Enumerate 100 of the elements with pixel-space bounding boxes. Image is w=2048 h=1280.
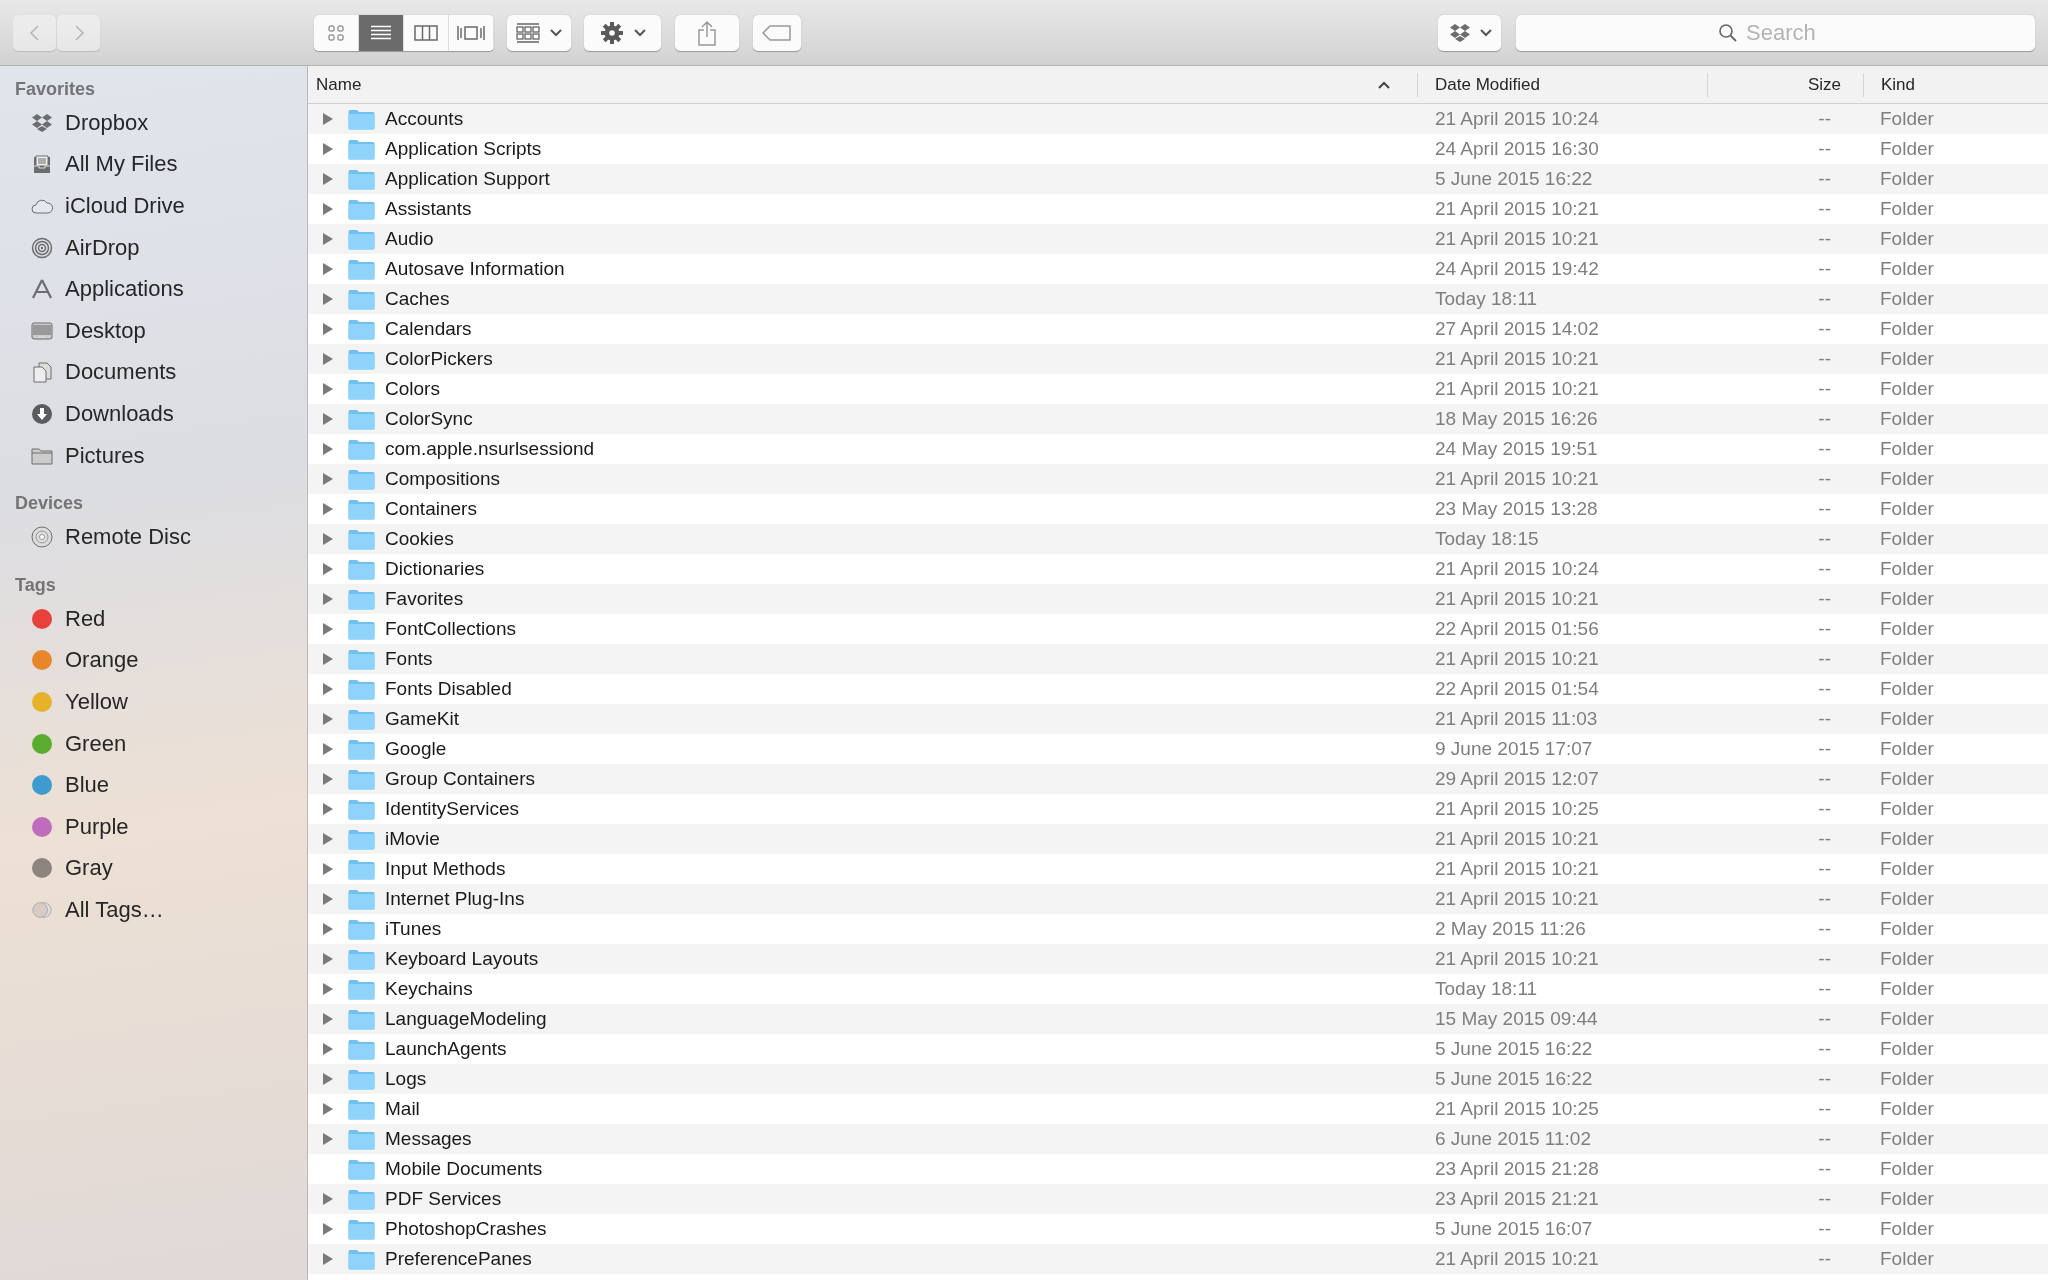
file-row[interactable]: Caches Today 18:11 -- Folder [308, 284, 2048, 314]
sidebar-item[interactable]: Pictures [65, 442, 145, 469]
file-row[interactable]: PreferencePanes 21 April 2015 10:21 -- Folder [308, 1244, 2048, 1274]
disclosure-triangle-icon[interactable] [322, 292, 334, 306]
file-row[interactable]: Google 9 June 2015 17:07 -- Folder [308, 734, 2048, 764]
sidebar-item[interactable]: Dropbox [65, 109, 149, 136]
disclosure-triangle-icon[interactable] [322, 1042, 334, 1056]
file-row[interactable]: Containers 23 May 2015 13:28 -- Folder [308, 494, 2048, 524]
disclosure-triangle-icon[interactable] [322, 952, 334, 966]
column-header[interactable]: Size [1707, 72, 1863, 97]
disclosure-triangle-icon[interactable] [322, 1192, 334, 1206]
disclosure-triangle-icon[interactable] [322, 1132, 334, 1146]
disclosure-triangle-icon[interactable] [322, 1222, 334, 1236]
file-row[interactable]: Favorites 21 April 2015 10:21 -- Folder [308, 584, 2048, 614]
file-row[interactable]: com.apple.nsurlsessiond 24 May 2015 19:51 -- Folder [308, 434, 2048, 464]
view-mode-button[interactable] [359, 14, 404, 51]
disclosure-triangle-icon[interactable] [322, 742, 334, 756]
file-row[interactable]: Logs 5 June 2015 16:22 -- Folder [308, 1064, 2048, 1094]
disclosure-triangle-icon[interactable] [322, 1012, 334, 1026]
file-row[interactable]: Compositions 21 April 2015 10:21 -- Folder [308, 464, 2048, 494]
sidebar-item[interactable]: Green [65, 730, 127, 757]
disclosure-triangle-icon[interactable] [322, 652, 334, 666]
file-row[interactable]: Assistants 21 April 2015 10:21 -- Folder [308, 194, 2048, 224]
disclosure-triangle-icon[interactable] [322, 1102, 334, 1116]
file-row[interactable]: GameKit 21 April 2015 11:03 -- Folder [308, 704, 2048, 734]
sidebar-item[interactable]: Yellow [65, 688, 128, 715]
file-row[interactable]: PDF Services 23 April 2015 21:21 -- Folder [308, 1184, 2048, 1214]
sidebar-item[interactable]: Blue [65, 772, 110, 799]
disclosure-triangle-icon[interactable] [322, 382, 334, 396]
file-row[interactable]: Fonts 21 April 2015 10:21 -- Folder [308, 644, 2048, 674]
disclosure-triangle-icon[interactable] [322, 772, 334, 786]
file-row[interactable]: Mobile Documents 23 April 2015 21:28 -- Folder [308, 1154, 2048, 1184]
share-button[interactable] [675, 14, 739, 51]
sidebar-item[interactable]: AirDrop [65, 234, 140, 261]
disclosure-triangle-icon[interactable] [322, 172, 334, 186]
file-row[interactable]: Accounts 21 April 2015 10:24 -- Folder [308, 104, 2048, 134]
disclosure-triangle-icon[interactable] [322, 442, 334, 456]
file-row[interactable]: Dictionaries 21 April 2015 10:24 -- Folder [308, 554, 2048, 584]
disclosure-triangle-icon[interactable] [322, 472, 334, 486]
disclosure-triangle-icon[interactable] [322, 532, 334, 546]
sidebar-item[interactable]: iCloud Drive [65, 193, 185, 219]
file-row[interactable]: ColorPickers 21 April 2015 10:21 -- Folder [308, 344, 2048, 374]
disclosure-triangle-icon[interactable] [322, 1252, 334, 1266]
file-row[interactable]: Messages 6 June 2015 11:02 -- Folder [308, 1124, 2048, 1154]
disclosure-triangle-icon[interactable] [322, 232, 334, 246]
file-row[interactable]: Mail 21 April 2015 10:25 -- Folder [308, 1094, 2048, 1124]
file-row[interactable]: ColorSync 18 May 2015 16:26 -- Folder [308, 404, 2048, 434]
file-row[interactable]: Internet Plug-Ins 21 April 2015 10:21 -- Folder [308, 884, 2048, 914]
sidebar-item[interactable]: Orange [65, 647, 139, 674]
view-mode-button[interactable] [404, 14, 449, 51]
column-header[interactable]: Name [308, 72, 1417, 97]
disclosure-triangle-icon[interactable] [322, 262, 334, 276]
file-row[interactable]: LaunchAgents 5 June 2015 16:22 -- Folder [308, 1034, 2048, 1064]
sidebar-item[interactable]: Desktop [65, 317, 146, 344]
disclosure-triangle-icon[interactable] [322, 712, 334, 726]
file-row[interactable]: Audio 21 April 2015 10:21 -- Folder [308, 224, 2048, 254]
dropbox-menu-button[interactable] [1438, 14, 1501, 51]
sidebar-item[interactable]: Documents [65, 359, 177, 386]
disclosure-triangle-icon[interactable] [322, 922, 334, 936]
sidebar-item[interactable]: Gray [65, 855, 113, 882]
file-row[interactable]: Application Scripts 24 April 2015 16:30 -- Folder [308, 134, 2048, 164]
disclosure-triangle-icon[interactable] [322, 1072, 334, 1086]
file-row[interactable]: FontCollections 22 April 2015 01:56 -- Folder [308, 614, 2048, 644]
sidebar-item[interactable]: Purple [65, 813, 129, 840]
disclosure-triangle-icon[interactable] [322, 562, 334, 576]
file-row[interactable]: Keyboard Layouts 21 April 2015 10:21 -- Folder [308, 944, 2048, 974]
disclosure-triangle-icon[interactable] [322, 412, 334, 426]
file-row[interactable]: Input Methods 21 April 2015 10:21 -- Folder [308, 854, 2048, 884]
disclosure-triangle-icon[interactable] [322, 112, 334, 126]
disclosure-triangle-icon[interactable] [322, 862, 334, 876]
file-row[interactable]: Keychains Today 18:11 -- Folder [308, 974, 2048, 1004]
sidebar-item[interactable]: Applications [65, 276, 184, 303]
action-button[interactable] [584, 14, 661, 51]
column-header[interactable]: Date Modified [1417, 72, 1707, 97]
disclosure-triangle-icon[interactable] [322, 682, 334, 696]
file-row[interactable]: Calendars 27 April 2015 14:02 -- Folder [308, 314, 2048, 344]
disclosure-triangle-icon[interactable] [322, 832, 334, 846]
file-row[interactable]: LanguageModeling 15 May 2015 09:44 -- Folder [308, 1004, 2048, 1034]
disclosure-triangle-icon[interactable] [322, 892, 334, 906]
tag-button[interactable] [753, 14, 801, 51]
disclosure-triangle-icon[interactable] [322, 592, 334, 606]
disclosure-triangle-icon[interactable] [322, 142, 334, 156]
disclosure-triangle-icon[interactable] [322, 802, 334, 816]
disclosure-triangle-icon[interactable] [322, 352, 334, 366]
disclosure-triangle-icon[interactable] [322, 622, 334, 636]
sidebar-item[interactable]: Downloads [65, 400, 174, 427]
disclosure-triangle-icon[interactable] [322, 502, 334, 516]
view-mode-button[interactable] [449, 14, 494, 51]
column-header[interactable]: Kind [1863, 72, 2048, 97]
file-row[interactable]: Autosave Information 24 April 2015 19:42 -- Folder [308, 254, 2048, 284]
sidebar-item[interactable]: All Tags… [65, 896, 164, 923]
file-row[interactable]: iTunes 2 May 2015 11:26 -- Folder [308, 914, 2048, 944]
file-row[interactable]: iMovie 21 April 2015 10:21 -- Folder [308, 824, 2048, 854]
sidebar-item[interactable]: Remote Disc [65, 524, 191, 551]
file-row[interactable]: Group Containers 29 April 2015 12:07 -- Folder [308, 764, 2048, 794]
file-row[interactable]: Application Support 5 June 2015 16:22 -- Folder [308, 164, 2048, 194]
search-field[interactable]: Search [1516, 14, 2035, 51]
sidebar-item[interactable]: All My Files [65, 151, 178, 178]
sidebar-item[interactable]: Red [65, 605, 106, 632]
file-row[interactable]: Cookies Today 18:15 -- Folder [308, 524, 2048, 554]
